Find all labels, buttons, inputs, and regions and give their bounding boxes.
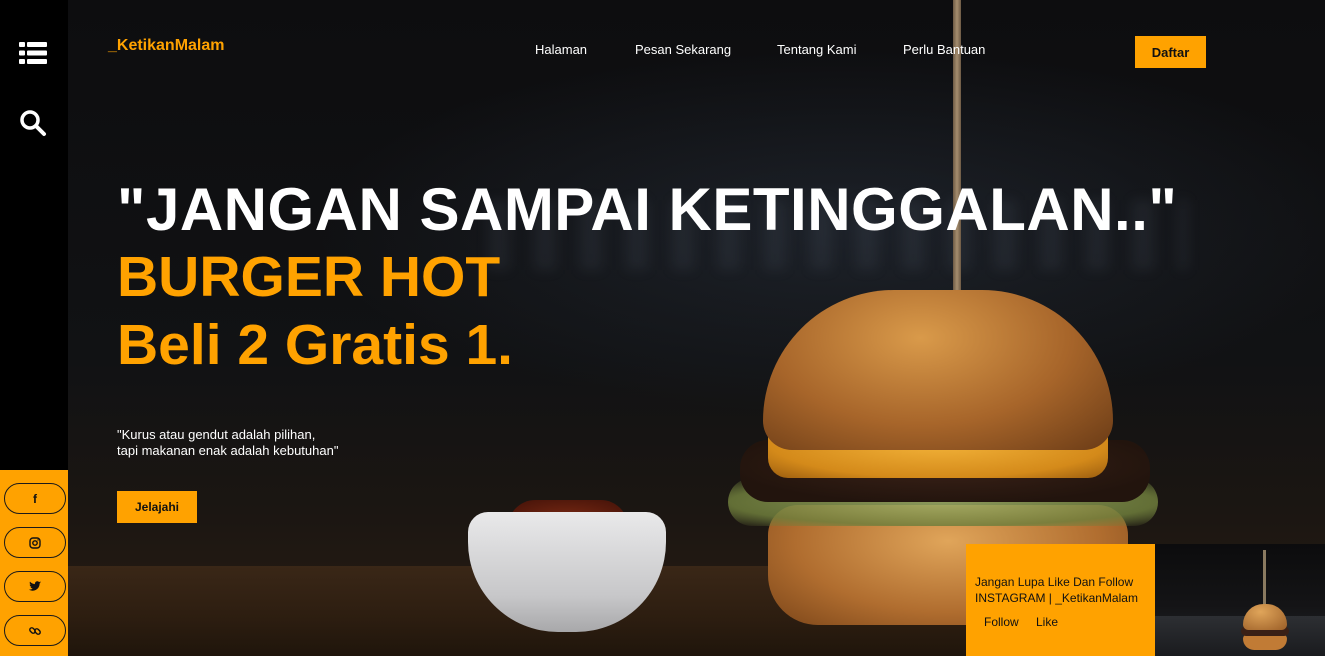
hero-headline: "JANGAN SAMPAI KETINGGALAN.." [117,176,1178,243]
thumbnail-bun-top [1243,604,1287,630]
instagram-button[interactable] [4,527,66,558]
facebook-button[interactable]: f [4,483,66,514]
thumbnail-bun-bottom [1243,634,1287,650]
facebook-icon: f [33,491,37,506]
jelajahi-button[interactable]: Jelajahi [117,491,197,523]
promo-line-2: INSTAGRAM | _KetikanMalam [975,591,1138,605]
burger-bun-top [763,290,1113,450]
menu-list-icon[interactable] [16,36,50,70]
hero-quote-line-1: "Kurus atau gendut adalah pilihan, [117,427,316,442]
promo-thumbnail-image [1155,544,1325,656]
social-links-panel: f [0,470,68,656]
nav-item-pesan-sekarang[interactable]: Pesan Sekarang [635,42,731,57]
follow-link[interactable]: Follow [984,615,1019,629]
twitter-icon [29,581,41,591]
twitter-button[interactable] [4,571,66,602]
nav-item-perlu-bantuan[interactable]: Perlu Bantuan [903,42,985,57]
left-sidebar: f [0,0,68,656]
hero-offer: Beli 2 Gratis 1. [117,313,514,377]
hero-quote-line-2: tapi makanan enak adalah kebutuhan" [117,443,339,458]
daftar-button[interactable]: Daftar [1135,36,1206,68]
hero-subheadline: BURGER HOT [117,245,501,309]
brand-logo[interactable]: _KetikanMalam [108,37,225,55]
link-icon [29,626,41,635]
promo-text: Jangan Lupa Like Dan Follow INSTAGRAM | … [975,574,1138,606]
hero-quote: "Kurus atau gendut adalah pilihan, tapi … [117,427,338,459]
instagram-promo-card: Jangan Lupa Like Dan Follow INSTAGRAM | … [966,544,1155,656]
search-icon[interactable] [16,106,50,140]
thumbnail-board [1155,616,1325,656]
nav-item-tentang-kami[interactable]: Tentang Kami [777,42,857,57]
link-button[interactable] [4,615,66,646]
instagram-icon [29,536,41,549]
promo-line-1: Jangan Lupa Like Dan Follow [975,575,1134,589]
thumbnail-skewer [1263,550,1266,606]
like-link[interactable]: Like [1036,615,1058,629]
nav-item-halaman[interactable]: Halaman [535,42,587,57]
